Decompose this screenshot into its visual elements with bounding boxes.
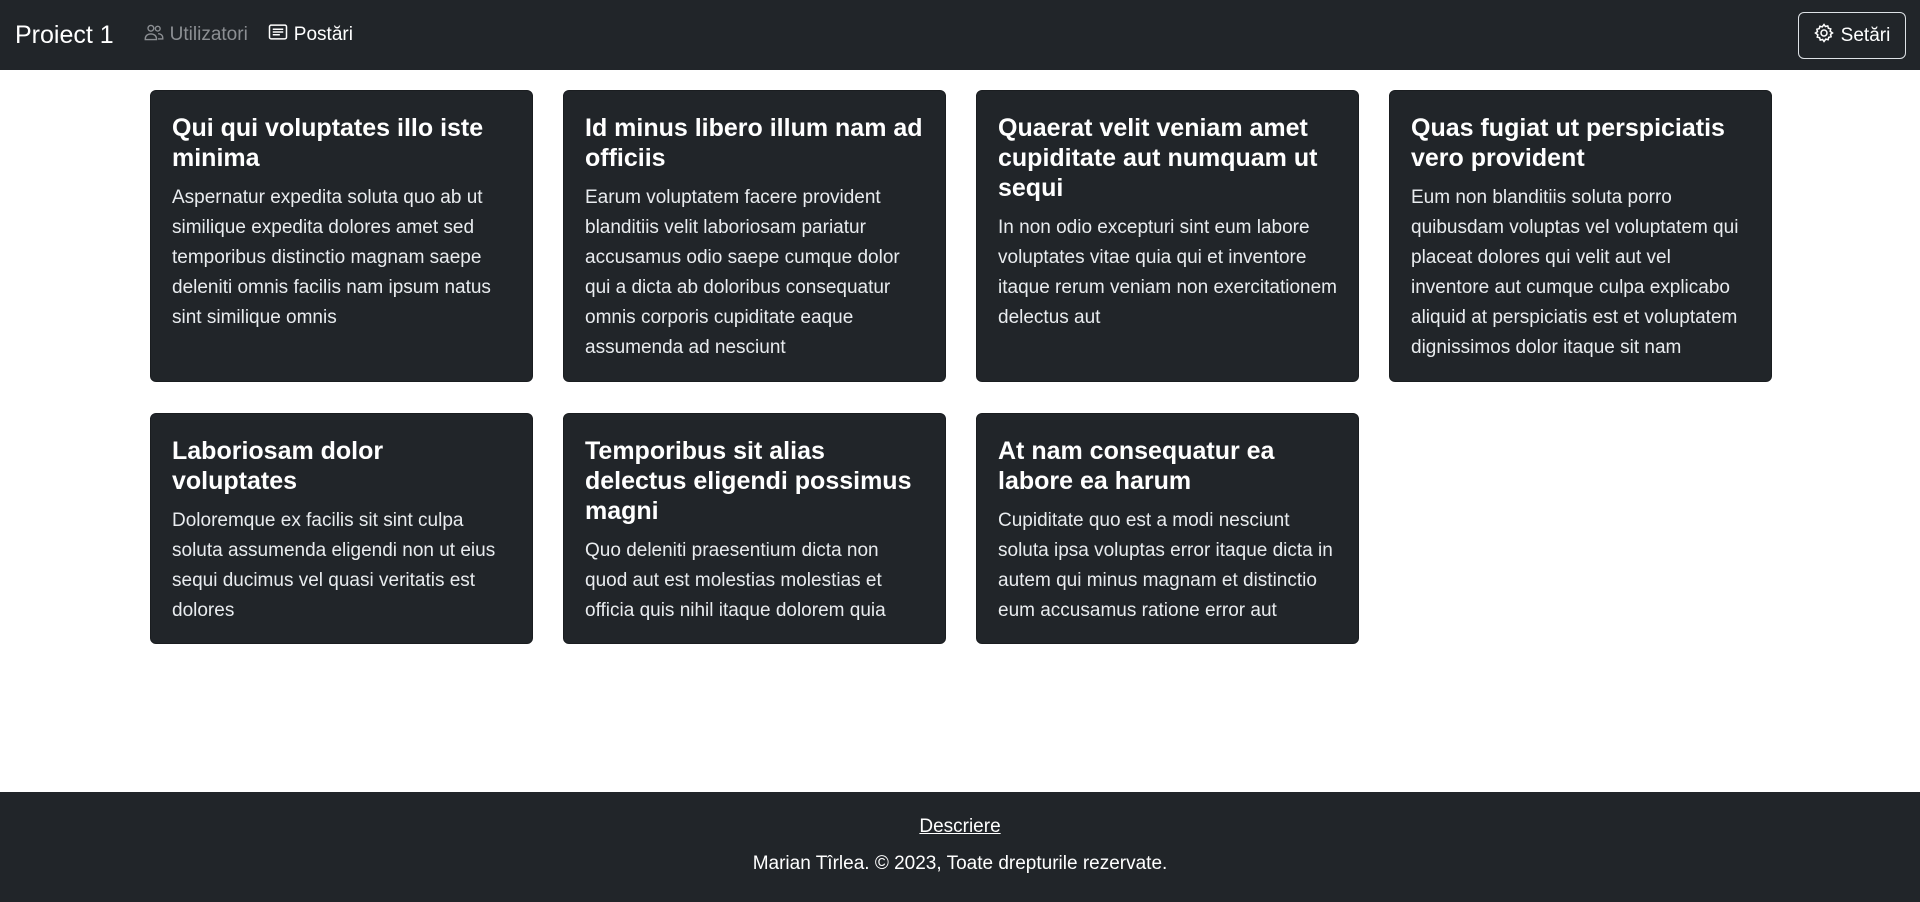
post-body: Quo deleniti praesentium dicta non quod …	[585, 540, 886, 621]
post-card: Quaerat velit veniam amet cupiditate aut…	[976, 90, 1359, 382]
brand-link[interactable]: Proiect 1	[15, 21, 114, 50]
users-icon	[144, 22, 164, 48]
posts-grid: Qui qui voluptates illo iste minima Aspe…	[150, 90, 1772, 644]
post-title: At nam consequatur ea labore ea harum	[998, 437, 1275, 495]
post-body: Doloremque ex facilis sit sint culpa sol…	[172, 510, 496, 621]
post-title: Qui qui voluptates illo iste minima	[172, 114, 484, 172]
nav-link-users-label: Utilizatori	[169, 24, 248, 45]
description-link[interactable]: Descriere	[919, 816, 1000, 838]
page-footer: Descriere Marian Tîrlea. © 2023, Toate d…	[0, 792, 1920, 902]
post-card: At nam consequatur ea labore ea harum Cu…	[976, 413, 1359, 644]
post-body: Cupiditate quo est a modi nesciunt solut…	[998, 510, 1333, 621]
post-card: Id minus libero illum nam ad officiis Ea…	[563, 90, 946, 382]
top-navbar: Proiect 1 Utilizatori Postări Setări	[0, 0, 1920, 70]
post-title: Laboriosam dolor voluptates	[172, 437, 384, 495]
post-card: Quas fugiat ut perspiciatis vero provide…	[1389, 90, 1772, 382]
post-title: Quaerat velit veniam amet cupiditate aut…	[998, 114, 1318, 202]
post-card: Qui qui voluptates illo iste minima Aspe…	[150, 90, 533, 382]
post-card: Temporibus sit alias delectus eligendi p…	[563, 413, 946, 644]
post-card: Laboriosam dolor voluptates Doloremque e…	[150, 413, 533, 644]
post-title: Quas fugiat ut perspiciatis vero provide…	[1411, 114, 1725, 172]
gear-icon	[1813, 22, 1834, 49]
post-title: Temporibus sit alias delectus eligendi p…	[585, 437, 912, 525]
post-body: Aspernatur expedita soluta quo ab ut sim…	[172, 187, 491, 328]
post-body: In non odio excepturi sint eum labore vo…	[998, 217, 1338, 328]
nav-link-posts[interactable]: Postări	[268, 22, 353, 48]
posts-icon	[268, 22, 288, 48]
post-body: Earum voluptatem facere provident blandi…	[585, 187, 900, 358]
settings-button[interactable]: Setări	[1798, 12, 1906, 59]
post-body: Eum non blanditiis soluta porro quibusda…	[1411, 187, 1739, 358]
nav-link-posts-label: Postări	[293, 24, 353, 45]
settings-label: Setări	[1840, 24, 1891, 46]
nav-link-users[interactable]: Utilizatori	[144, 22, 248, 48]
copyright-text: Marian Tîrlea. © 2023, Toate drepturile …	[752, 853, 1168, 874]
post-title: Id minus libero illum nam ad officiis	[585, 114, 923, 172]
